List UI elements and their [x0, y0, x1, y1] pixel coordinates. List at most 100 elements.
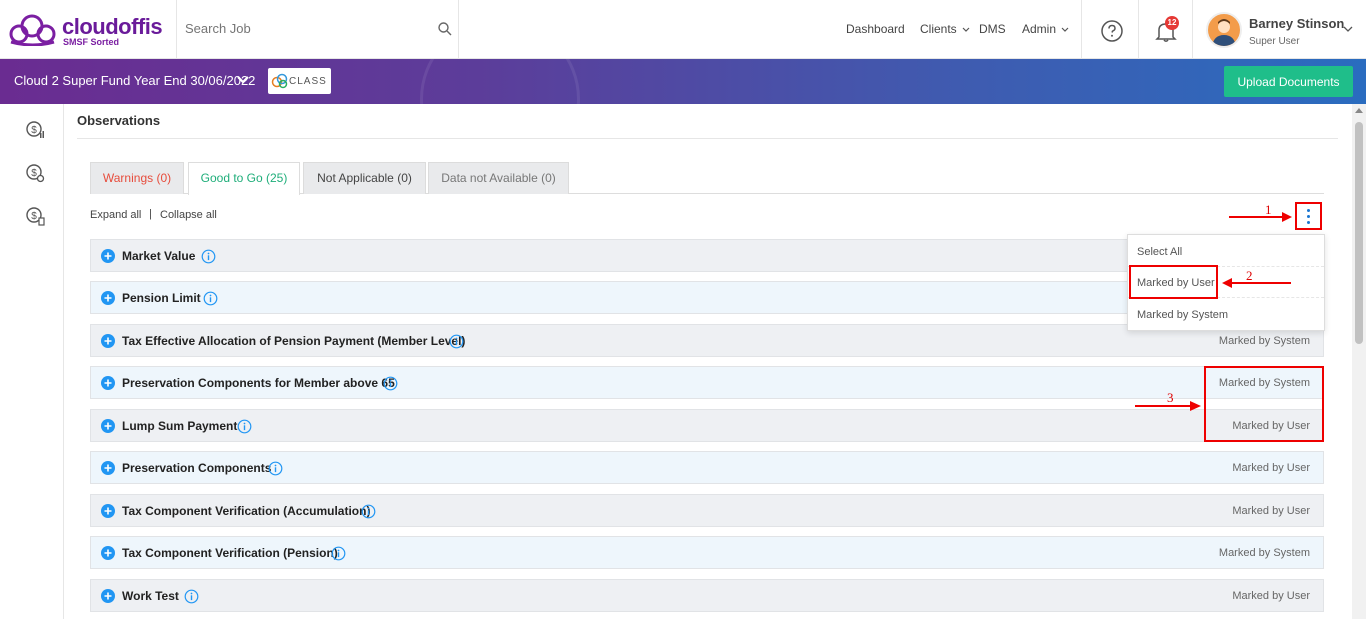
page-title: Observations: [77, 113, 161, 128]
divider: [77, 138, 1338, 139]
chevron-down-icon[interactable]: [236, 74, 250, 86]
chevron-down-icon: [1061, 27, 1069, 32]
row-label: Tax Component Verification (Accumulation…: [122, 504, 371, 518]
list-item[interactable]: Tax Component Verification (Pension) Mar…: [90, 536, 1324, 569]
info-icon[interactable]: [449, 334, 464, 349]
expand-plus-icon[interactable]: [101, 249, 115, 263]
annotation-number-1: 1: [1265, 202, 1272, 217]
search-input[interactable]: [185, 21, 445, 36]
fund-banner: Cloud 2 Super Fund Year End 30/06/2022 C…: [0, 59, 1366, 104]
expand-plus-icon[interactable]: [101, 376, 115, 390]
tab-warnings[interactable]: Warnings (0): [90, 162, 184, 194]
nav-dms[interactable]: DMS: [979, 22, 1006, 36]
info-icon[interactable]: [331, 546, 346, 561]
kebab-dot: [1307, 209, 1310, 212]
tab-data-not-available[interactable]: Data not Available (0): [428, 162, 569, 194]
list-item[interactable]: Preservation Components Marked by User: [90, 451, 1324, 484]
info-icon[interactable]: [237, 419, 252, 434]
svg-text:$: $: [31, 125, 37, 136]
expand-plus-icon[interactable]: [101, 461, 115, 475]
dollar-chart-icon[interactable]: $: [25, 120, 45, 140]
divider: [1138, 0, 1139, 59]
help-icon[interactable]: [1100, 19, 1124, 43]
row-label: Preservation Components: [122, 461, 272, 475]
link-separator: |: [149, 208, 152, 220]
expand-plus-icon[interactable]: [101, 334, 115, 348]
tab-not-applicable[interactable]: Not Applicable (0): [303, 162, 426, 194]
kebab-dot: [1307, 215, 1310, 218]
row-status: Marked by User: [1232, 462, 1310, 474]
tab-data-not-available-label: Data not Available (0): [441, 171, 556, 185]
row-status: Marked by User: [1232, 590, 1310, 602]
row-label: Tax Component Verification (Pension): [122, 546, 338, 560]
row-status: Marked by System: [1218, 547, 1310, 559]
nav-clients[interactable]: Clients: [920, 22, 970, 36]
menu-item-marked-by-system[interactable]: Marked by System: [1128, 300, 1324, 330]
nav-admin[interactable]: Admin: [1022, 22, 1069, 36]
brand-logo[interactable]: cloudoffis SMSF Sorted: [6, 10, 176, 50]
info-icon[interactable]: [361, 504, 376, 519]
list-item[interactable]: Work Test Marked by User: [90, 579, 1324, 612]
dollar-gear-icon[interactable]: $: [25, 163, 45, 183]
user-name[interactable]: Barney Stinson: [1249, 16, 1344, 31]
divider: [458, 0, 459, 59]
collapse-all-link[interactable]: Collapse all: [160, 209, 217, 221]
chevron-down-icon[interactable]: [1342, 24, 1354, 34]
list-item[interactable]: Preservation Components for Member above…: [90, 366, 1324, 399]
expand-all-link[interactable]: Expand all: [90, 209, 141, 221]
annotation-arrow-1: [1229, 212, 1292, 222]
left-sidebar: $ $ $: [0, 104, 64, 619]
info-icon[interactable]: [268, 461, 283, 476]
class-logo-icon: [271, 73, 288, 89]
row-label: Market Value: [122, 249, 196, 263]
search-icon[interactable]: [437, 21, 453, 37]
row-label: Preservation Components for Member above…: [122, 376, 395, 390]
dollar-report-icon[interactable]: $: [25, 206, 45, 226]
divider: [1081, 0, 1082, 59]
list-item[interactable]: Tax Component Verification (Accumulation…: [90, 494, 1324, 527]
info-icon[interactable]: [201, 249, 216, 264]
class-logo: CLASS: [268, 68, 331, 94]
row-label: Pension Limit: [122, 291, 201, 305]
scrollbar[interactable]: [1352, 104, 1366, 619]
chevron-down-icon: [962, 27, 970, 32]
nav-admin-label: Admin: [1022, 22, 1057, 36]
svg-text:$: $: [31, 211, 37, 222]
tab-good-to-go[interactable]: Good to Go (25): [188, 162, 300, 195]
expand-plus-icon[interactable]: [101, 589, 115, 603]
info-icon[interactable]: [184, 589, 199, 604]
observation-tabs: Warnings (0) Good to Go (25) Not Applica…: [90, 162, 1324, 195]
info-icon[interactable]: [203, 291, 218, 306]
menu-item-select-all[interactable]: Select All: [1128, 237, 1324, 267]
brand-tagline: SMSF Sorted: [63, 37, 120, 47]
row-label: Lump Sum Payment: [122, 419, 238, 433]
top-header: cloudoffis SMSF Sorted Dashboard Clients…: [0, 0, 1366, 59]
expand-plus-icon[interactable]: [101, 546, 115, 560]
scrollbar-thumb[interactable]: [1355, 122, 1363, 344]
scroll-up-arrow-icon[interactable]: [1355, 108, 1363, 113]
expand-plus-icon[interactable]: [101, 419, 115, 433]
user-role: Super User: [1249, 36, 1300, 47]
kebab-dot: [1307, 221, 1310, 224]
list-item[interactable]: Lump Sum Payment Marked by User: [90, 409, 1324, 442]
avatar[interactable]: [1206, 12, 1242, 48]
expand-plus-icon[interactable]: [101, 291, 115, 305]
row-status: Marked by User: [1232, 505, 1310, 517]
notification-badge: 12: [1165, 16, 1179, 30]
nav-dashboard[interactable]: Dashboard: [846, 22, 905, 36]
tab-warnings-label: Warnings (0): [102, 171, 172, 185]
cloud-logo-icon: [9, 14, 56, 46]
banner-decoration: [420, 59, 580, 104]
annotation-number-3: 3: [1167, 390, 1174, 405]
upload-documents-button[interactable]: Upload Documents: [1224, 66, 1353, 97]
annotation-box-2: [1129, 265, 1218, 299]
row-label: Tax Effective Allocation of Pension Paym…: [122, 334, 466, 348]
more-options-button[interactable]: [1295, 202, 1322, 230]
fund-title[interactable]: Cloud 2 Super Fund Year End 30/06/2022: [14, 73, 255, 88]
expand-plus-icon[interactable]: [101, 504, 115, 518]
annotation-arrow-2: [1222, 278, 1291, 288]
class-logo-text: CLASS: [289, 76, 327, 87]
user-avatar-icon: [1212, 19, 1236, 46]
annotation-number-2: 2: [1246, 268, 1253, 283]
info-icon[interactable]: [383, 376, 398, 391]
